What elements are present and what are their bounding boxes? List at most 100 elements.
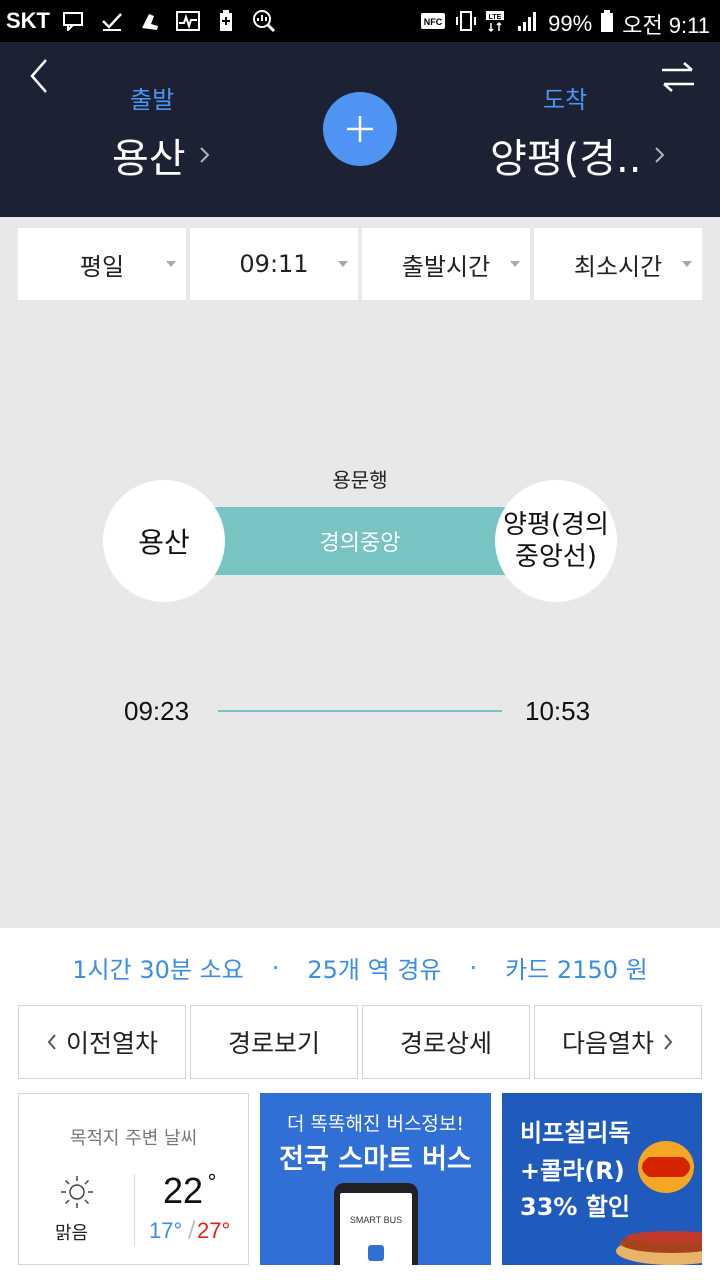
back-arrow-icon	[30, 59, 47, 93]
lte-icon: LTE	[486, 9, 508, 39]
line-name: 경의중앙	[319, 531, 401, 556]
previous-train-label: 이전열차	[65, 1029, 158, 1058]
separator-dot: ·	[271, 953, 280, 982]
arrival-label: 도착	[543, 86, 588, 114]
high-temp-degree: °	[221, 1218, 231, 1243]
ad-burger-line2: +콜라(R)	[520, 1157, 625, 1185]
shoe-icon	[136, 8, 164, 34]
current-temp: 22	[163, 1170, 204, 1211]
weather-card[interactable]: 목적지 주변 날씨 맑음 22 ° 17° / 27°	[18, 1093, 249, 1265]
pulse-icon	[174, 8, 202, 34]
ad-burger-line1: 비프칠리독	[520, 1119, 631, 1147]
battery-saver-icon	[212, 8, 240, 34]
end-station-name-line2: 중앙선)	[515, 542, 597, 572]
next-train-label: 다음열차	[561, 1029, 654, 1058]
check-icon	[98, 8, 126, 34]
day-type-value: 평일	[79, 252, 125, 281]
phone-screen: SMART BUS	[340, 1193, 412, 1265]
departure-station-selector[interactable]: 용산	[112, 126, 212, 184]
signal-icon	[516, 10, 540, 38]
fare: 카드 2150 원	[505, 956, 648, 984]
swap-arrows-icon	[662, 62, 694, 92]
start-station-name: 용산	[138, 526, 190, 559]
notification-icons	[60, 8, 278, 34]
message-icon	[60, 8, 88, 34]
timeline-divider	[218, 710, 502, 712]
duration: 1시간 30분 소요	[72, 956, 244, 984]
back-button[interactable]	[22, 56, 58, 96]
arrival-station-name: 양평(경..	[490, 136, 642, 182]
route-header: 출발 용산 도착 양평(경..	[0, 42, 720, 217]
route-detail-label: 경로상세	[399, 1029, 492, 1058]
separator-dot: ·	[469, 953, 478, 982]
nfc-icon: NFC	[420, 11, 446, 37]
weather-title: 목적지 주변 날씨	[69, 1128, 198, 1149]
hotdog-illustration	[616, 1231, 702, 1265]
status-bar: SKT NFC LTE 99% 오전 9:11	[0, 0, 720, 42]
sort-dropdown[interactable]: 최소시간	[534, 228, 702, 300]
status-right: NFC LTE 99% 오전 9:11	[420, 8, 710, 40]
battery-percent: 99%	[548, 11, 593, 36]
degree-symbol: °	[207, 1170, 217, 1194]
departure-time: 09:23	[124, 696, 190, 726]
weather-divider	[134, 1174, 135, 1246]
filter-bar: 평일 09:11 출발시간 최소시간	[18, 228, 702, 300]
svg-text:NFC: NFC	[424, 17, 443, 27]
departure-label: 출발	[130, 86, 175, 114]
bus-icon	[368, 1245, 384, 1261]
plus-icon	[347, 116, 373, 142]
chevron-right-icon	[664, 1034, 673, 1050]
time-value: 09:11	[239, 250, 309, 278]
arrival-station-selector[interactable]: 양평(경..	[490, 126, 667, 184]
route-view-label: 경로보기	[227, 1029, 320, 1058]
dropdown-caret-icon	[166, 261, 176, 267]
time-mode-value: 출발시간	[401, 252, 491, 281]
stops-count: 25개 역 경유	[307, 956, 442, 984]
smart-bus-ad-banner[interactable]: 더 똑똑해진 버스정보! 전국 스마트 버스 SMART BUS	[260, 1093, 491, 1265]
burger-ad-banner[interactable]: 비프칠리독 +콜라(R) 33% 할인	[502, 1093, 702, 1265]
add-waypoint-button[interactable]	[323, 92, 397, 166]
day-type-dropdown[interactable]: 평일	[18, 228, 186, 300]
weather-condition: 맑음	[55, 1223, 89, 1244]
low-temp-degree: °	[173, 1218, 183, 1243]
low-temp-value: 17	[149, 1218, 174, 1243]
clock: 오전 9:11	[622, 13, 710, 38]
next-train-button[interactable]: 다음열차	[534, 1005, 702, 1079]
dropdown-caret-icon	[510, 261, 520, 267]
route-detail-button[interactable]: 경로상세	[362, 1005, 530, 1079]
route-view-button[interactable]: 경로보기	[190, 1005, 358, 1079]
chevron-right-icon	[199, 147, 210, 163]
sort-value: 최소시간	[573, 252, 663, 281]
carrier-label: SKT	[6, 8, 50, 33]
start-station-node: 용산	[103, 480, 225, 602]
svg-text:LTE: LTE	[489, 14, 502, 21]
burger-king-logo-icon	[638, 1141, 694, 1193]
temp-slash: /	[188, 1218, 196, 1243]
route-diagram: 용문행 경의중앙 용산 양평(경의 중앙선) 09:23 10:53	[0, 300, 720, 928]
bottom-panel: 1시간 30분 소요 · 25개 역 경유 · 카드 2150 원 이전열차 경…	[0, 928, 720, 1280]
action-bar: 이전열차 경로보기 경로상세 다음열차	[18, 1005, 702, 1079]
time-dropdown[interactable]: 09:11	[190, 228, 358, 300]
swap-button[interactable]	[660, 60, 696, 94]
departure-station-name: 용산	[112, 136, 186, 182]
arrival-time: 10:53	[525, 696, 591, 726]
battery-icon	[600, 9, 614, 39]
vibrate-icon	[454, 9, 478, 39]
high-temp: 27°	[197, 1218, 230, 1244]
phone-screen-text: SMART BUS	[349, 1215, 403, 1225]
search-stats-icon	[250, 8, 278, 34]
train-direction: 용문행	[332, 468, 388, 492]
previous-train-button[interactable]: 이전열차	[18, 1005, 186, 1079]
line-bar: 경의중앙	[200, 507, 520, 575]
low-temp: 17°	[149, 1218, 182, 1244]
sun-icon	[61, 1176, 93, 1208]
time-mode-dropdown[interactable]: 출발시간	[362, 228, 530, 300]
end-station-name-line1: 양평(경의	[503, 510, 609, 540]
high-temp-value: 27	[197, 1218, 222, 1243]
dropdown-caret-icon	[682, 261, 692, 267]
dropdown-caret-icon	[338, 261, 348, 267]
route-summary: 1시간 30분 소요 · 25개 역 경유 · 카드 2150 원	[0, 950, 720, 985]
end-station-node: 양평(경의 중앙선)	[495, 480, 617, 602]
chevron-left-icon	[47, 1034, 56, 1050]
chevron-right-icon	[655, 147, 665, 163]
